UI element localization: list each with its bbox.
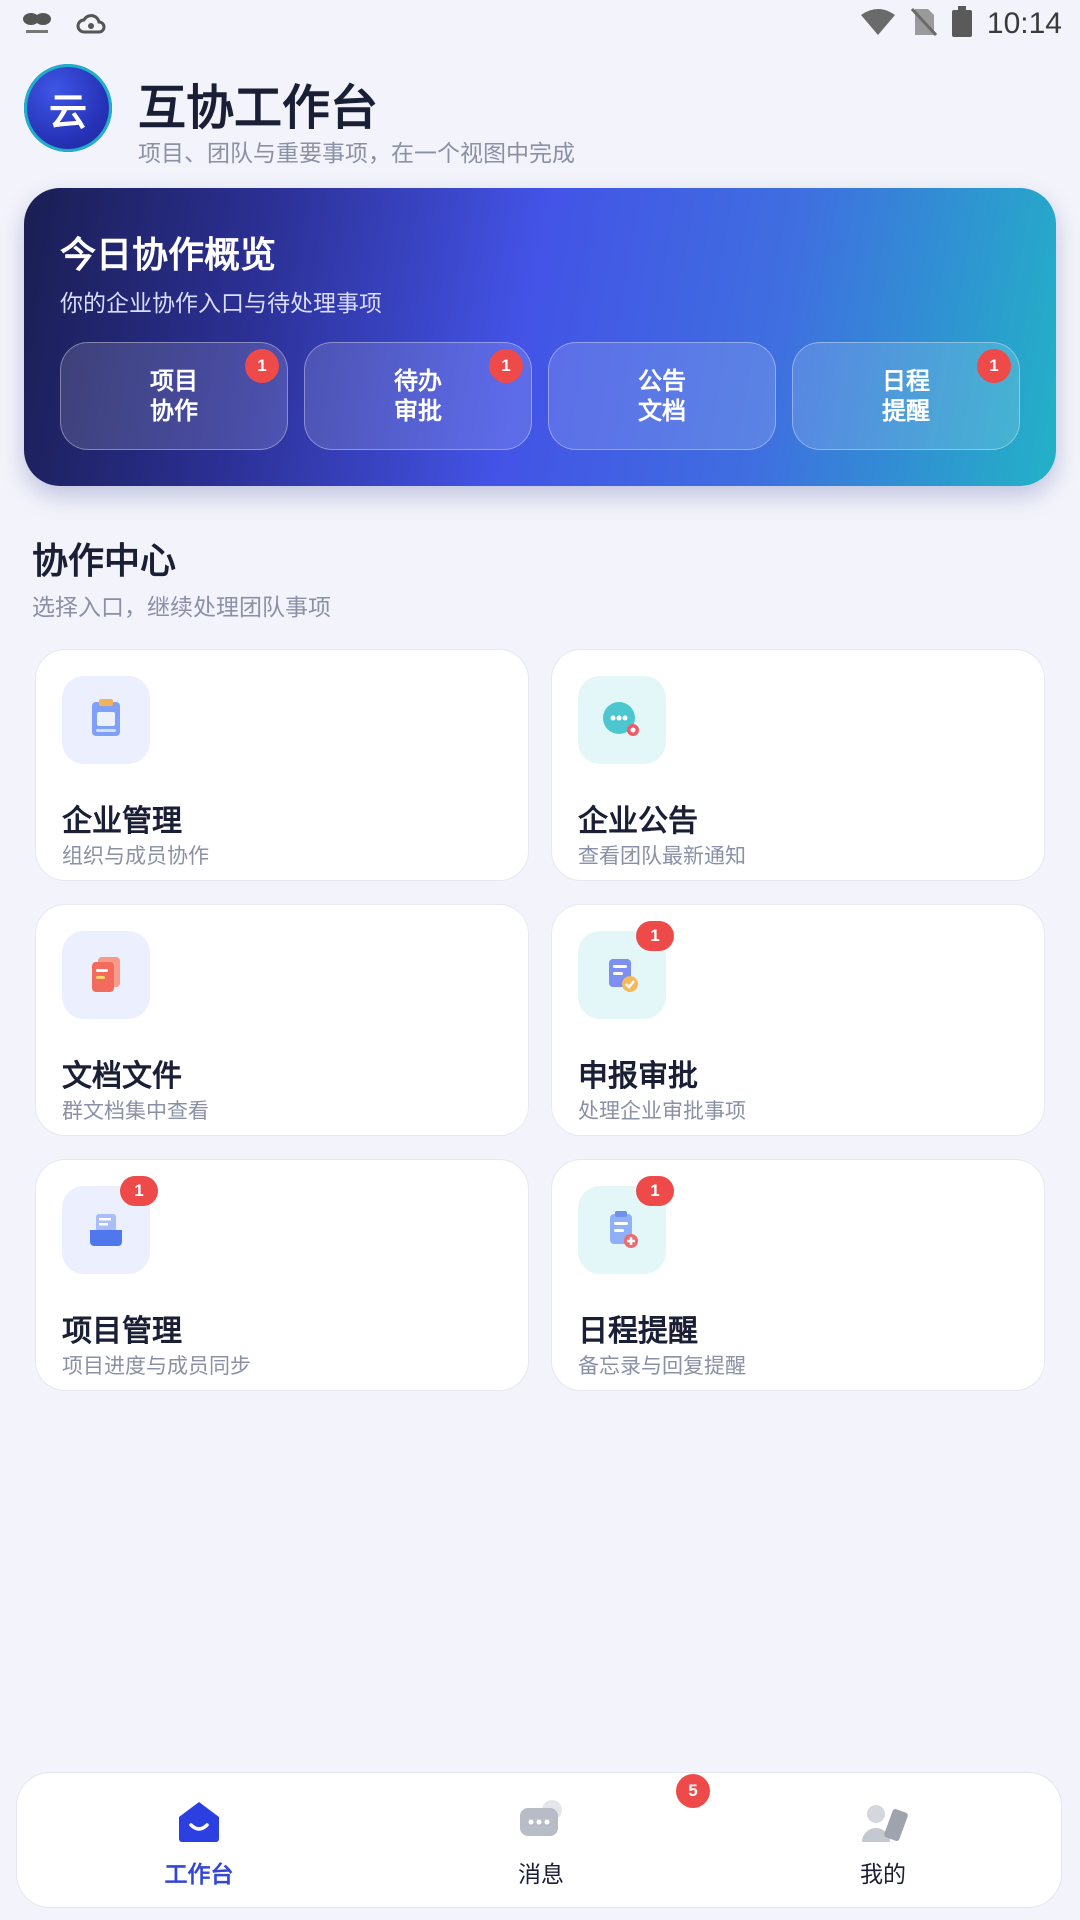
- quick-entry-label: 审批: [394, 397, 442, 425]
- card-enterprise-management[interactable]: 企业管理 组织与成员协作: [35, 649, 529, 881]
- quick-entry-label: 文档: [638, 397, 686, 425]
- card-project-management[interactable]: 1 项目管理 项目进度与成员同步: [35, 1159, 529, 1391]
- document-icon: [62, 931, 150, 1019]
- memo-icon: 1: [578, 1176, 674, 1274]
- page-title: 互协工作台: [138, 80, 379, 136]
- message-icon: [515, 1795, 567, 1847]
- app-logo: 云: [24, 64, 112, 152]
- clipboard-icon: [62, 676, 150, 764]
- overview-subtitle: 你的企业协作入口与待处理事项: [60, 291, 382, 317]
- approval-icon: 1: [578, 921, 674, 1019]
- home-icon: [173, 1795, 225, 1847]
- header: 云 互协工作台 项目、团队与重要事项，在一个视图中完成: [24, 62, 1064, 167]
- card-title: 日程提醒: [578, 1314, 698, 1349]
- quick-entry-label: 日程: [882, 367, 930, 395]
- card-enterprise-announcement[interactable]: 企业公告 查看团队最新通知: [551, 649, 1045, 881]
- count-badge: 1: [120, 1176, 158, 1206]
- wifi-icon: [859, 7, 897, 41]
- quick-entry-schedule-reminder[interactable]: 日程 提醒 1: [792, 342, 1020, 450]
- quick-entry-pending-approval[interactable]: 待办 审批 1: [304, 342, 532, 450]
- nav-tab-profile[interactable]: 我的: [803, 1795, 963, 1895]
- card-subtitle: 群文档集中查看: [62, 1099, 209, 1123]
- nav-label: 工作台: [164, 1862, 234, 1888]
- quick-entry-label: 公告: [638, 367, 686, 395]
- quick-entry-label: 项目: [150, 367, 198, 395]
- card-subtitle: 备忘录与回复提醒: [578, 1354, 746, 1378]
- count-badge: 1: [636, 1176, 674, 1206]
- card-subtitle: 组织与成员协作: [62, 844, 209, 868]
- card-title: 企业公告: [578, 804, 698, 839]
- overview-title: 今日协作概览: [60, 235, 277, 276]
- card-title: 项目管理: [62, 1314, 182, 1349]
- no-sim-icon: [910, 7, 938, 41]
- quick-entry-label: 协作: [150, 397, 198, 425]
- chat-bubble-icon: [578, 676, 666, 764]
- count-badge: 1: [977, 349, 1011, 383]
- inbox-icon: 1: [62, 1176, 158, 1274]
- nav-tab-messages[interactable]: 消息: [461, 1795, 621, 1895]
- card-schedule-reminder[interactable]: 1 日程提醒 备忘录与回复提醒: [551, 1159, 1045, 1391]
- status-bar: 10:14: [0, 0, 1080, 50]
- count-badge: 1: [245, 349, 279, 383]
- card-subtitle: 查看团队最新通知: [578, 844, 746, 868]
- card-documents[interactable]: 文档文件 群文档集中查看: [35, 904, 529, 1136]
- user-icon: [857, 1795, 909, 1847]
- notification-app-icon: [22, 10, 52, 42]
- count-badge: 1: [489, 349, 523, 383]
- card-title: 企业管理: [62, 804, 182, 839]
- nav-label: 我的: [860, 1862, 906, 1888]
- quick-entry-label: 待办: [394, 367, 442, 395]
- count-badge: 1: [636, 921, 674, 951]
- card-application-approval[interactable]: 1 申报审批 处理企业审批事项: [551, 904, 1045, 1136]
- card-subtitle: 项目进度与成员同步: [62, 1354, 251, 1378]
- section-title: 协作中心: [32, 541, 177, 582]
- quick-entry-project-collab[interactable]: 项目 协作 1: [60, 342, 288, 450]
- quick-entry-announcement-docs[interactable]: 公告 文档: [548, 342, 776, 450]
- quick-entry-label: 提醒: [882, 397, 930, 425]
- card-title: 文档文件: [62, 1059, 182, 1094]
- nav-tab-workbench[interactable]: 工作台: [119, 1795, 279, 1895]
- card-title: 申报审批: [578, 1059, 698, 1094]
- nav-label: 消息: [518, 1862, 564, 1888]
- card-subtitle: 处理企业审批事项: [578, 1099, 746, 1123]
- section-subtitle: 选择入口，继续处理团队事项: [32, 595, 331, 621]
- overview-card: 今日协作概览 你的企业协作入口与待处理事项 项目 协作 1 待办 审批 1 公告…: [24, 188, 1056, 486]
- page-subtitle: 项目、团队与重要事项，在一个视图中完成: [138, 141, 575, 167]
- bottom-nav: 工作台 消息 我的: [16, 1772, 1062, 1908]
- clock: 10:14: [986, 7, 1062, 40]
- battery-icon: [951, 6, 973, 42]
- message-count-badge: 5: [676, 1774, 710, 1808]
- cloud-sync-icon: [76, 12, 106, 40]
